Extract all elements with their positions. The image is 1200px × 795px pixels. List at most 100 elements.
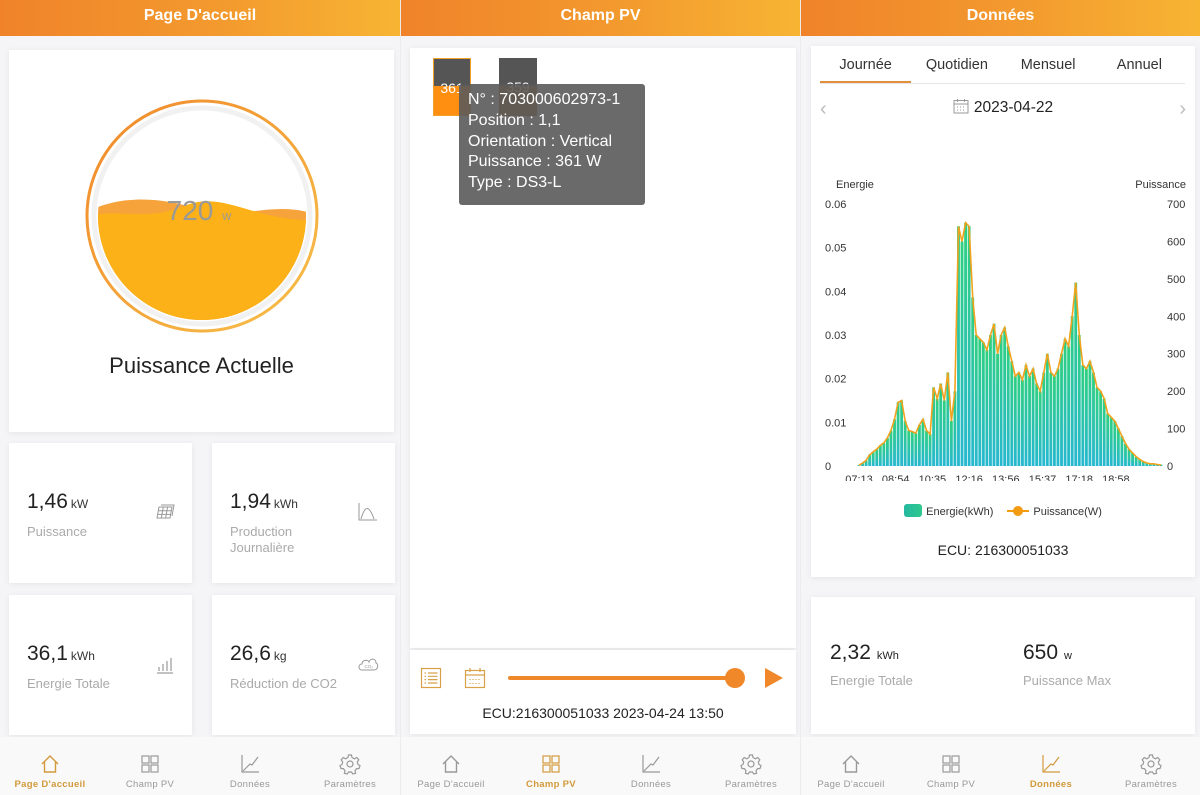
energy-bar: [964, 222, 968, 466]
gauge-label: Puissance Actuelle: [109, 353, 294, 378]
tab-pv-field[interactable]: Champ PV: [901, 737, 1001, 795]
legend-power[interactable]: Puissance(W): [1033, 506, 1101, 518]
grid-icon: [542, 755, 560, 773]
tab-data[interactable]: Données: [601, 737, 701, 795]
energy-bar: [1088, 361, 1092, 466]
stat-unit: kWh: [273, 497, 298, 511]
tab-label: Champ PV: [926, 779, 976, 790]
stat-value: 1,94: [230, 490, 271, 513]
tab-label: Données: [630, 779, 672, 790]
time-slider-handle[interactable]: [725, 668, 745, 688]
energy-bar: [949, 421, 953, 466]
tab-settings[interactable]: Paramètres: [300, 737, 400, 795]
home-screen: Page D'accueil 720 W Puissance Actuelle …: [0, 0, 400, 795]
summary-unit: kWh: [876, 650, 899, 662]
right-axis-ticks: 0 100 200 300 400 500 600 700: [1167, 199, 1185, 473]
pv-field-title: Champ PV: [401, 0, 800, 36]
tab-data[interactable]: Données: [1001, 737, 1101, 795]
right-tick-label: 400: [1167, 311, 1185, 323]
energy-bar: [1003, 327, 1007, 466]
energy-bar: [1060, 353, 1063, 466]
energy-bar: [1045, 353, 1049, 466]
play-button[interactable]: [765, 668, 783, 688]
ecu-timestamp: ECU:216300051033 2023-04-24 13:50: [482, 705, 724, 721]
legend-energy[interactable]: Energie(kWh): [926, 506, 993, 518]
energy-bar: [896, 402, 900, 466]
right-tick-label: 600: [1167, 236, 1185, 248]
energy-bar: [971, 297, 975, 466]
tooltip-power: Puissance : 361 W: [468, 153, 602, 171]
tab-home[interactable]: Page D'accueil: [401, 737, 501, 795]
left-tick-label: 0.06: [825, 199, 846, 211]
tab-label: Paramètres: [1124, 779, 1178, 790]
summary-unit: w: [1064, 650, 1072, 662]
panel-tooltip: N° : 703000602973-1 Position : 1,1 Orien…: [459, 84, 645, 205]
tab-label: Champ PV: [125, 779, 175, 790]
gear-icon: [1140, 754, 1162, 775]
tab-day[interactable]: Journée: [820, 46, 912, 83]
pv-field-canvas: 361 359 N° : 703000602973-1 Position : 1…: [410, 48, 796, 648]
calendar-icon[interactable]: [464, 667, 486, 689]
home-title: Page D'accueil: [0, 0, 400, 36]
left-tick-label: 0.02: [825, 374, 846, 386]
tab-pv-field[interactable]: Champ PV: [501, 737, 601, 795]
x-tick-label: 18:58: [1102, 474, 1130, 481]
home-icon: [442, 755, 460, 773]
energy-bar: [928, 434, 932, 466]
stat-unit: kg: [273, 649, 287, 663]
tooltip-serial: N° : 703000602973-1: [468, 91, 621, 108]
screens: Page D'accueil 720 W Puissance Actuelle …: [0, 0, 1200, 795]
time-slider-track[interactable]: [508, 676, 738, 680]
energy-bar: [1013, 376, 1017, 466]
energy-bar: [921, 419, 925, 466]
energy-bar: [1092, 372, 1095, 466]
energy-bar: [1010, 361, 1014, 466]
energy-bar: [999, 335, 1003, 466]
energy-bar: [871, 451, 875, 466]
tab-yearly[interactable]: Annuel: [1094, 46, 1185, 83]
right-tick-label: 200: [1167, 386, 1185, 398]
data-title: Données: [801, 0, 1200, 36]
energy-bar: [1127, 448, 1131, 466]
stat-value: 1,46: [27, 490, 68, 513]
tab-pv-field[interactable]: Champ PV: [100, 737, 200, 795]
tooltip-position: Position : 1,1: [468, 111, 561, 129]
current-date: 2023-04-22: [973, 99, 1054, 116]
x-tick-label: 17:18: [1065, 474, 1093, 481]
tab-data[interactable]: Données: [200, 737, 300, 795]
date-selector[interactable]: 2023-04-22: [811, 98, 1195, 117]
next-date-button[interactable]: ›: [1179, 98, 1186, 121]
gear-icon: [339, 754, 361, 775]
stat-label: Production Journalière: [230, 524, 295, 555]
energy-bar: [1077, 335, 1081, 466]
energy-bar: [1056, 368, 1060, 466]
tab-settings[interactable]: Paramètres: [701, 737, 800, 795]
tab-monthly[interactable]: Mensuel: [1003, 46, 1094, 83]
energy-bar: [1099, 391, 1103, 466]
left-tick-label: 0.04: [825, 286, 846, 298]
bell-curve-icon: [358, 503, 377, 521]
energy-bar: [893, 419, 896, 466]
energy-bar: [1006, 346, 1010, 466]
energy-bar: [996, 353, 999, 466]
chart-legend: Energie(kWh) Puissance(W): [811, 504, 1195, 518]
tab-settings[interactable]: Paramètres: [1101, 737, 1200, 795]
energy-bar: [878, 445, 882, 466]
list-icon[interactable]: [420, 667, 442, 689]
energy-bar: [882, 442, 886, 466]
x-tick-label: 13:56: [992, 474, 1020, 481]
energy-bar: [925, 430, 928, 466]
x-axis-ticks: 07:13 08:54 10:35 12:16 13:56 15:37 17:18 18:58: [845, 474, 1129, 481]
grid-icon: [942, 755, 960, 773]
energy-bar: [910, 431, 914, 466]
right-tick-label: 700: [1167, 199, 1185, 211]
tab-daily[interactable]: Quotidien: [911, 46, 1002, 83]
left-tick-label: 0: [825, 461, 831, 473]
tooltip-orientation: Orientation : Vertical: [468, 132, 613, 150]
energy-bar: [992, 323, 996, 466]
home-icon: [41, 755, 59, 773]
energy-bar: [1102, 398, 1106, 466]
tab-home[interactable]: Page D'accueil: [801, 737, 901, 795]
tab-home[interactable]: Page D'accueil: [0, 737, 100, 795]
tab-label: Paramètres: [724, 779, 778, 790]
